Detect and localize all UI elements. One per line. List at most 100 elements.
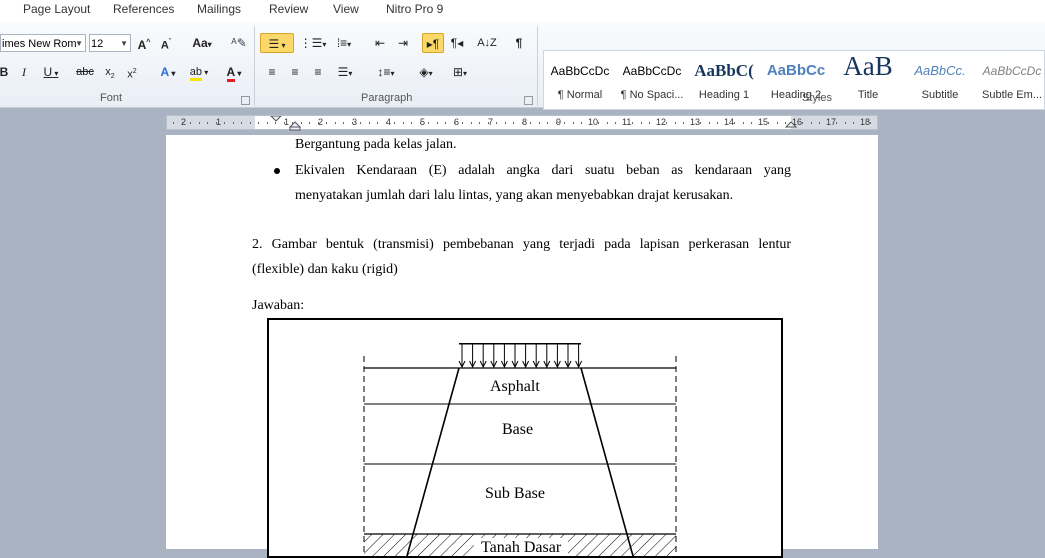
ruler-tick bbox=[760, 122, 761, 124]
numbering-icon[interactable]: ⋮☰▾ bbox=[299, 33, 327, 53]
shading-icon[interactable]: ◈▾ bbox=[412, 62, 440, 82]
align-left-icon[interactable]: ≡ bbox=[262, 62, 282, 82]
ruler-tick bbox=[199, 122, 200, 124]
style-normal[interactable]: AaBbCcDc ¶ Normal bbox=[544, 51, 616, 109]
ruler-tick bbox=[726, 122, 727, 124]
shrink-font-icon[interactable]: Aˇ bbox=[157, 33, 175, 53]
tab-review[interactable]: Review bbox=[269, 2, 308, 16]
ruler-tick bbox=[496, 122, 497, 124]
ruler-tick bbox=[590, 122, 591, 124]
ruler-tick bbox=[632, 122, 633, 124]
ruler-tick bbox=[802, 122, 803, 124]
text-line: menyatakan jumlah dari lalu lintas, yang… bbox=[295, 188, 734, 203]
ruler-tick bbox=[683, 122, 684, 124]
style-subtitle[interactable]: AaBbCc. Subtitle bbox=[904, 51, 976, 109]
style-title[interactable]: AaB Title bbox=[832, 51, 904, 109]
ruler-tick bbox=[794, 122, 795, 124]
style-subtle-emphasis[interactable]: AaBbCcDc Subtle Em... bbox=[976, 51, 1044, 109]
ruler-tick bbox=[352, 122, 353, 124]
ruler-tick bbox=[445, 122, 446, 124]
hanging-indent-marker[interactable] bbox=[288, 117, 302, 131]
ruler-tick bbox=[335, 122, 336, 124]
ruler-tick bbox=[581, 122, 582, 124]
style-name: Title bbox=[857, 89, 879, 101]
ruler-tick bbox=[394, 122, 395, 124]
ruler-tick bbox=[828, 122, 829, 124]
ruler-tick bbox=[768, 122, 769, 124]
ruler-tick bbox=[258, 122, 259, 124]
tab-references[interactable]: References bbox=[113, 2, 174, 16]
tab-nitro-pro[interactable]: Nitro Pro 9 bbox=[386, 2, 443, 16]
text-effects-icon[interactable]: A ▾ bbox=[154, 62, 182, 82]
justify-icon[interactable]: ☰▾ bbox=[331, 62, 359, 82]
ruler-tick bbox=[573, 122, 574, 124]
increase-indent-icon[interactable]: ⇥ bbox=[393, 33, 413, 53]
tab-view[interactable]: View bbox=[333, 2, 359, 16]
sort-icon[interactable]: A↓Z bbox=[476, 33, 498, 53]
ruler-tick bbox=[845, 122, 846, 124]
ruler-tick bbox=[360, 122, 361, 124]
text-line: Bergantung pada kelas jalan. bbox=[295, 137, 457, 152]
horizontal-ruler[interactable]: 2 1 1 2 3 4 5 6 7 8 9 10 11 12 13 14 15 … bbox=[166, 115, 878, 131]
right-indent-marker[interactable] bbox=[784, 117, 798, 131]
ruler-tick bbox=[522, 122, 523, 124]
line-spacing-icon[interactable]: ↕≡▾ bbox=[372, 62, 400, 82]
ruler-tick bbox=[428, 122, 429, 124]
ruler-tick bbox=[190, 122, 191, 124]
bold-icon[interactable]: B bbox=[0, 62, 10, 82]
clear-formatting-icon[interactable]: ᴬ✎ bbox=[228, 33, 250, 53]
ruler-tick bbox=[216, 122, 217, 124]
decrease-indent-icon[interactable]: ⇤ bbox=[370, 33, 390, 53]
tab-page-layout[interactable]: Page Layout bbox=[23, 2, 90, 16]
bullets-icon[interactable]: ☰ ▾ bbox=[260, 33, 294, 53]
group-divider bbox=[254, 26, 255, 106]
show-formatting-icon[interactable]: ¶ bbox=[510, 33, 528, 53]
ruler-tick bbox=[836, 122, 837, 124]
strikethrough-icon[interactable]: abc bbox=[72, 62, 98, 82]
tab-mailings[interactable]: Mailings bbox=[197, 2, 241, 16]
subscript-icon[interactable]: x2 bbox=[101, 62, 119, 82]
superscript-icon[interactable]: x2 bbox=[123, 62, 141, 82]
load-arrows bbox=[458, 343, 583, 369]
font-size-combo[interactable]: 12 ▼ bbox=[89, 34, 131, 52]
style-name: Heading 1 bbox=[698, 89, 750, 101]
align-center-icon[interactable]: ≡ bbox=[285, 62, 305, 82]
align-right-icon[interactable]: ≡ bbox=[308, 62, 328, 82]
multilevel-list-icon[interactable]: ⁞≡▾ bbox=[331, 33, 357, 53]
style-sample: AaBbCcDc bbox=[622, 64, 682, 78]
ruler-tick bbox=[556, 122, 557, 124]
font-name-combo[interactable]: imes New Rom ▼ bbox=[0, 34, 86, 52]
style-no-spacing[interactable]: AaBbCcDc ¶ No Spaci... bbox=[616, 51, 688, 109]
style-sample: AaBbCc. bbox=[914, 63, 966, 78]
paragraph-dialog-launcher-icon[interactable] bbox=[524, 96, 533, 105]
ruler-tick bbox=[284, 122, 285, 124]
style-sample: AaBbCcDc bbox=[550, 64, 610, 78]
style-heading-1[interactable]: AaBbC( Heading 1 bbox=[688, 51, 760, 109]
highlight-icon[interactable]: ab ▾ bbox=[184, 62, 214, 82]
grow-font-icon[interactable]: A^ bbox=[135, 33, 153, 53]
italic-icon[interactable]: I bbox=[18, 62, 30, 82]
chevron-down-icon: ▼ bbox=[75, 39, 83, 48]
ruler-tick bbox=[709, 122, 710, 124]
rtl-paragraph-icon[interactable]: ¶◂ bbox=[446, 33, 468, 53]
font-dialog-launcher-icon[interactable] bbox=[241, 96, 250, 105]
ruler-tick bbox=[233, 122, 234, 124]
first-line-indent-marker[interactable] bbox=[269, 116, 283, 130]
ruler-tick bbox=[207, 122, 208, 124]
document-page[interactable]: Bergantung pada kelas jalan. Ekivalen Ke… bbox=[166, 135, 878, 558]
chevron-down-icon: ▼ bbox=[120, 39, 128, 48]
borders-icon[interactable]: ⊞▾ bbox=[446, 62, 474, 82]
font-color-icon[interactable]: A ▾ bbox=[220, 62, 248, 82]
ruler-tick bbox=[318, 122, 319, 124]
ruler-tick bbox=[624, 122, 625, 124]
text-line: Ekivalen Kendaraan (E) adalah angka dari… bbox=[295, 163, 791, 178]
ruler-tick bbox=[862, 122, 863, 124]
underline-icon[interactable]: U ▾ bbox=[40, 62, 62, 82]
change-case-icon[interactable]: Aa▾ bbox=[188, 33, 216, 53]
ruler-tick bbox=[326, 122, 327, 124]
pavement-diagram-frame[interactable]: Asphalt Base Sub Base Tanah Dasar bbox=[267, 318, 783, 558]
ltr-paragraph-icon[interactable]: ▸¶ bbox=[422, 33, 444, 53]
ruler-tick bbox=[717, 122, 718, 124]
load-spread-line bbox=[580, 367, 634, 556]
layer-label-asphalt: Asphalt bbox=[490, 378, 540, 395]
